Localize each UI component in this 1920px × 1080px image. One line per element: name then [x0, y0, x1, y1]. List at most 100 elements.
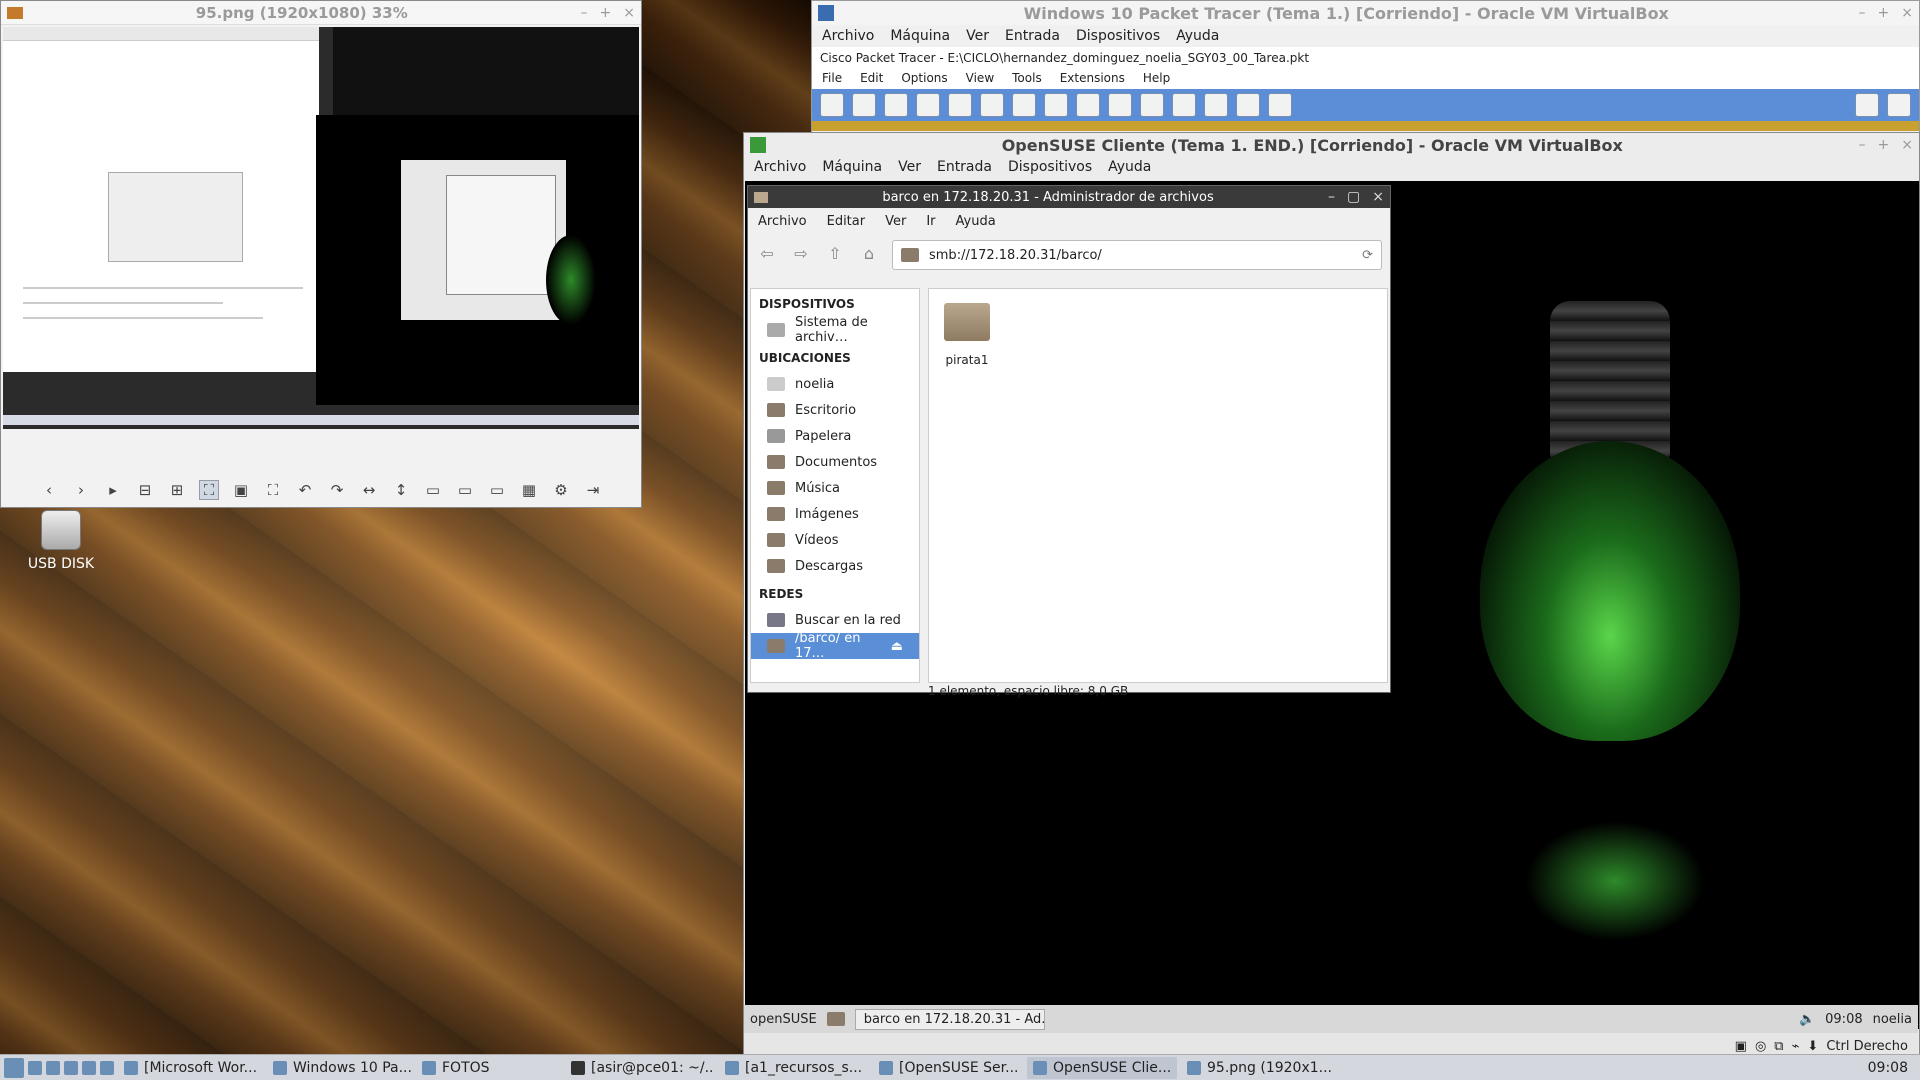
sidebar-item-home[interactable]: noelia	[751, 371, 919, 397]
close-icon[interactable]: ×	[1901, 5, 1913, 21]
taskbar-item-word[interactable]: [Microsoft Wor...	[118, 1057, 263, 1079]
sidebar-item-documents[interactable]: Documentos	[751, 449, 919, 475]
palette-icon[interactable]	[1204, 93, 1228, 117]
workspace-icon[interactable]	[100, 1060, 114, 1075]
cloud-icon[interactable]	[1268, 93, 1292, 117]
sidebar-item-downloads[interactable]: Descargas	[751, 553, 919, 579]
forward-icon[interactable]: ⇨	[790, 244, 812, 266]
menu-file[interactable]: File	[822, 71, 842, 87]
open-folder-icon[interactable]	[852, 93, 876, 117]
folder-item[interactable]: pirata1	[937, 303, 997, 367]
sidebar-item-music[interactable]: Música	[751, 475, 919, 501]
suse-vm-titlebar[interactable]: OpenSUSE Cliente (Tema 1. END.) [Corrien…	[744, 133, 1919, 157]
sidebar-item-barco-share[interactable]: /barco/ en 17… ⏏	[751, 631, 919, 661]
opensuse-vm-window[interactable]: OpenSUSE Cliente (Tema 1. END.) [Corrien…	[743, 132, 1920, 1080]
play-icon[interactable]: ▸	[103, 480, 123, 500]
menu-dispositivos[interactable]: Dispositivos	[1076, 28, 1160, 44]
save-icon[interactable]	[884, 93, 908, 117]
minimize-icon[interactable]: –	[1859, 5, 1866, 21]
home-icon[interactable]: ⌂	[858, 244, 880, 266]
suse-task-file-manager[interactable]: barco en 172.18.20.31 - Ad...	[854, 1008, 1045, 1030]
menu-ver[interactable]: Ver	[885, 214, 906, 229]
taskbar-item-browser[interactable]: [a1_recursos_s...	[719, 1057, 869, 1079]
next-icon[interactable]: ›	[71, 480, 91, 500]
gallery-icon[interactable]: ▦	[519, 480, 539, 500]
taskbar-item-win10-vm[interactable]: Windows 10 Pa...	[267, 1057, 412, 1079]
image-viewer-window[interactable]: 95.png (1920x1080) 33% – + × ‹ › ▸ ⊟ ⊞ ⛶…	[0, 0, 642, 508]
menu-view[interactable]: View	[966, 71, 994, 87]
sidebar-item-trash[interactable]: Papelera	[751, 423, 919, 449]
menu-options[interactable]: Options	[901, 71, 947, 87]
fm-titlebar[interactable]: barco en 172.18.20.31 - Administrador de…	[748, 186, 1390, 208]
rotate-left-icon[interactable]: ↶	[295, 480, 315, 500]
menu-maquina[interactable]: Máquina	[822, 159, 882, 175]
undo-icon[interactable]	[1044, 93, 1068, 117]
zoom-in-icon[interactable]: ⊞	[167, 480, 187, 500]
menu-ver[interactable]: Ver	[898, 159, 921, 175]
sidebar-item-videos[interactable]: Vídeos	[751, 527, 919, 553]
menu-help[interactable]: Help	[1143, 71, 1170, 87]
redo-icon[interactable]	[1076, 93, 1100, 117]
sidebar-item-filesystem[interactable]: Sistema de archiv…	[751, 315, 919, 345]
usb-disk-desktop-icon[interactable]: USB DISK	[26, 510, 96, 572]
menu-entrada[interactable]: Entrada	[937, 159, 992, 175]
menu-ver[interactable]: Ver	[966, 28, 989, 44]
menu-extensions[interactable]: Extensions	[1060, 71, 1125, 87]
exit-icon[interactable]: ⇥	[583, 480, 603, 500]
menu-editar[interactable]: Editar	[827, 214, 866, 229]
minimize-icon[interactable]: –	[1328, 189, 1335, 205]
menu-ayuda[interactable]: Ayuda	[1176, 28, 1219, 44]
maximize-icon[interactable]: ▢	[1347, 189, 1360, 205]
menu-dispositivos[interactable]: Dispositivos	[1008, 159, 1092, 175]
copy-icon[interactable]	[980, 93, 1004, 117]
zoom-reset-icon[interactable]	[1140, 93, 1164, 117]
activity-wizard-icon[interactable]	[948, 93, 972, 117]
menu-entrada[interactable]: Entrada	[1005, 28, 1060, 44]
maximize-icon[interactable]: +	[1878, 137, 1890, 153]
settings-icon[interactable]: ⚙	[551, 480, 571, 500]
sidebar-item-desktop[interactable]: Escritorio	[751, 397, 919, 423]
sidebar-item-pictures[interactable]: Imágenes	[751, 501, 919, 527]
folder-icon[interactable]	[826, 1012, 845, 1026]
file-manager-window[interactable]: barco en 172.18.20.31 - Administrador de…	[747, 185, 1391, 698]
actual-size-icon[interactable]: ▣	[231, 480, 251, 500]
zoom-out-icon[interactable]: ⊟	[135, 480, 155, 500]
viewer-titlebar[interactable]: 95.png (1920x1080) 33% – + ×	[1, 1, 641, 25]
suse-user[interactable]: noelia	[1873, 1012, 1912, 1027]
taskbar-item-fotos[interactable]: FOTOS	[416, 1057, 561, 1079]
print-icon[interactable]	[916, 93, 940, 117]
reload-icon[interactable]: ⟳	[1362, 248, 1373, 263]
zoom-out-icon[interactable]	[1172, 93, 1196, 117]
device-icon[interactable]	[1236, 93, 1260, 117]
maximize-icon[interactable]: +	[600, 5, 612, 21]
prev-icon[interactable]: ‹	[39, 480, 59, 500]
pt-vm-titlebar[interactable]: Windows 10 Packet Tracer (Tema 1.) [Corr…	[812, 1, 1919, 25]
eject-icon[interactable]: ⏏	[891, 639, 903, 654]
flip-horizontal-icon[interactable]: ↔	[359, 480, 379, 500]
menu-archivo[interactable]: Archivo	[754, 159, 806, 175]
close-icon[interactable]: ×	[1901, 137, 1913, 153]
new-file-icon[interactable]	[820, 93, 844, 117]
paste-icon[interactable]	[1012, 93, 1036, 117]
taskbar-item-image-viewer[interactable]: 95.png (1920x1...	[1181, 1057, 1331, 1079]
volume-icon[interactable]: 🔈	[1799, 1012, 1815, 1027]
taskbar-item-opensuse-server[interactable]: [OpenSUSE Ser...	[873, 1057, 1023, 1079]
open-icon[interactable]: ▭	[423, 480, 443, 500]
menu-archivo[interactable]: Archivo	[758, 214, 807, 229]
menu-ayuda[interactable]: Ayuda	[1108, 159, 1151, 175]
launcher-icon[interactable]	[46, 1060, 60, 1075]
menu-maquina[interactable]: Máquina	[890, 28, 950, 44]
taskbar-item-opensuse-client[interactable]: OpenSUSE Clie...	[1027, 1056, 1177, 1079]
taskbar-item-terminal[interactable]: [asir@pce01: ~/...	[565, 1057, 715, 1079]
print-icon[interactable]: ▭	[487, 480, 507, 500]
minimize-icon[interactable]: –	[1859, 137, 1866, 153]
menu-archivo[interactable]: Archivo	[822, 28, 874, 44]
menu-ayuda[interactable]: Ayuda	[956, 214, 996, 229]
menu-edit[interactable]: Edit	[860, 71, 883, 87]
launcher-icon[interactable]	[64, 1060, 78, 1075]
opensuse-start-button[interactable]: openSUSE	[750, 1012, 817, 1027]
maximize-icon[interactable]: +	[1878, 5, 1890, 21]
info-icon[interactable]	[1855, 93, 1879, 117]
menu-ir[interactable]: Ir	[926, 214, 935, 229]
zoom-in-icon[interactable]	[1108, 93, 1132, 117]
